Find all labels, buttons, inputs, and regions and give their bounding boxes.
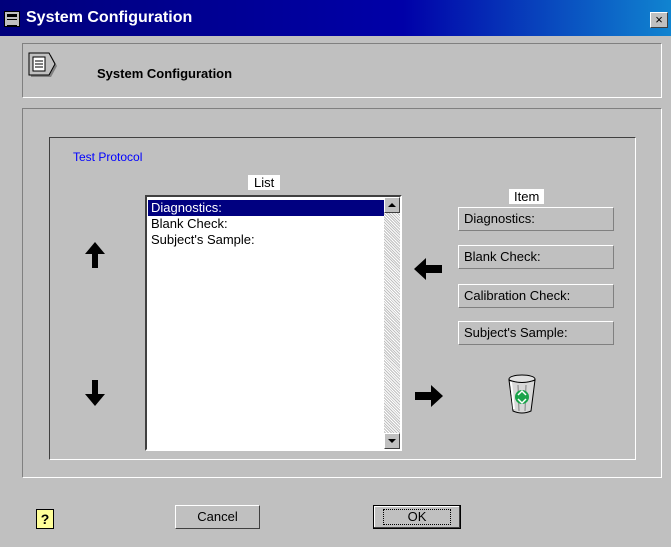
protocol-listbox[interactable]: Diagnostics: Blank Check: Subject's Samp… bbox=[145, 195, 402, 451]
scroll-up-button[interactable] bbox=[384, 197, 400, 213]
list-scrollbar[interactable] bbox=[384, 197, 400, 449]
configuration-icon bbox=[28, 52, 57, 77]
item-label: Item bbox=[509, 189, 545, 204]
ok-button[interactable]: OK bbox=[373, 505, 461, 529]
arrow-down-icon[interactable] bbox=[84, 379, 106, 407]
item-button-diagnostics[interactable]: Diagnostics: bbox=[458, 207, 614, 231]
list-item[interactable]: Subject's Sample: bbox=[148, 232, 385, 248]
close-button[interactable]: × bbox=[650, 12, 668, 28]
title-bar: System Configuration × bbox=[0, 0, 671, 36]
help-button[interactable]: ? bbox=[36, 509, 54, 529]
header-panel: System Configuration bbox=[22, 43, 662, 98]
recycle-bin-icon[interactable] bbox=[505, 373, 539, 415]
arrow-right-icon[interactable] bbox=[414, 384, 444, 408]
item-button-blank-check[interactable]: Blank Check: bbox=[458, 245, 614, 269]
cancel-button[interactable]: Cancel bbox=[175, 505, 260, 529]
item-button-calibration-check[interactable]: Calibration Check: bbox=[458, 284, 614, 308]
scroll-up-icon bbox=[388, 203, 396, 207]
list-label: List bbox=[248, 175, 281, 190]
group-label: Test Protocol bbox=[73, 150, 143, 164]
page-title: System Configuration bbox=[97, 66, 233, 81]
list-item[interactable]: Blank Check: bbox=[148, 216, 385, 232]
ok-button-label: OK bbox=[382, 509, 452, 525]
window-title: System Configuration bbox=[26, 9, 193, 26]
scroll-down-icon bbox=[388, 439, 396, 443]
arrow-left-icon[interactable] bbox=[413, 257, 443, 281]
arrow-up-icon[interactable] bbox=[84, 241, 106, 269]
window-menu-icon[interactable] bbox=[4, 11, 20, 27]
item-button-subjects-sample[interactable]: Subject's Sample: bbox=[458, 321, 614, 345]
scroll-down-button[interactable] bbox=[384, 433, 400, 449]
list-item[interactable]: Diagnostics: bbox=[148, 200, 385, 216]
